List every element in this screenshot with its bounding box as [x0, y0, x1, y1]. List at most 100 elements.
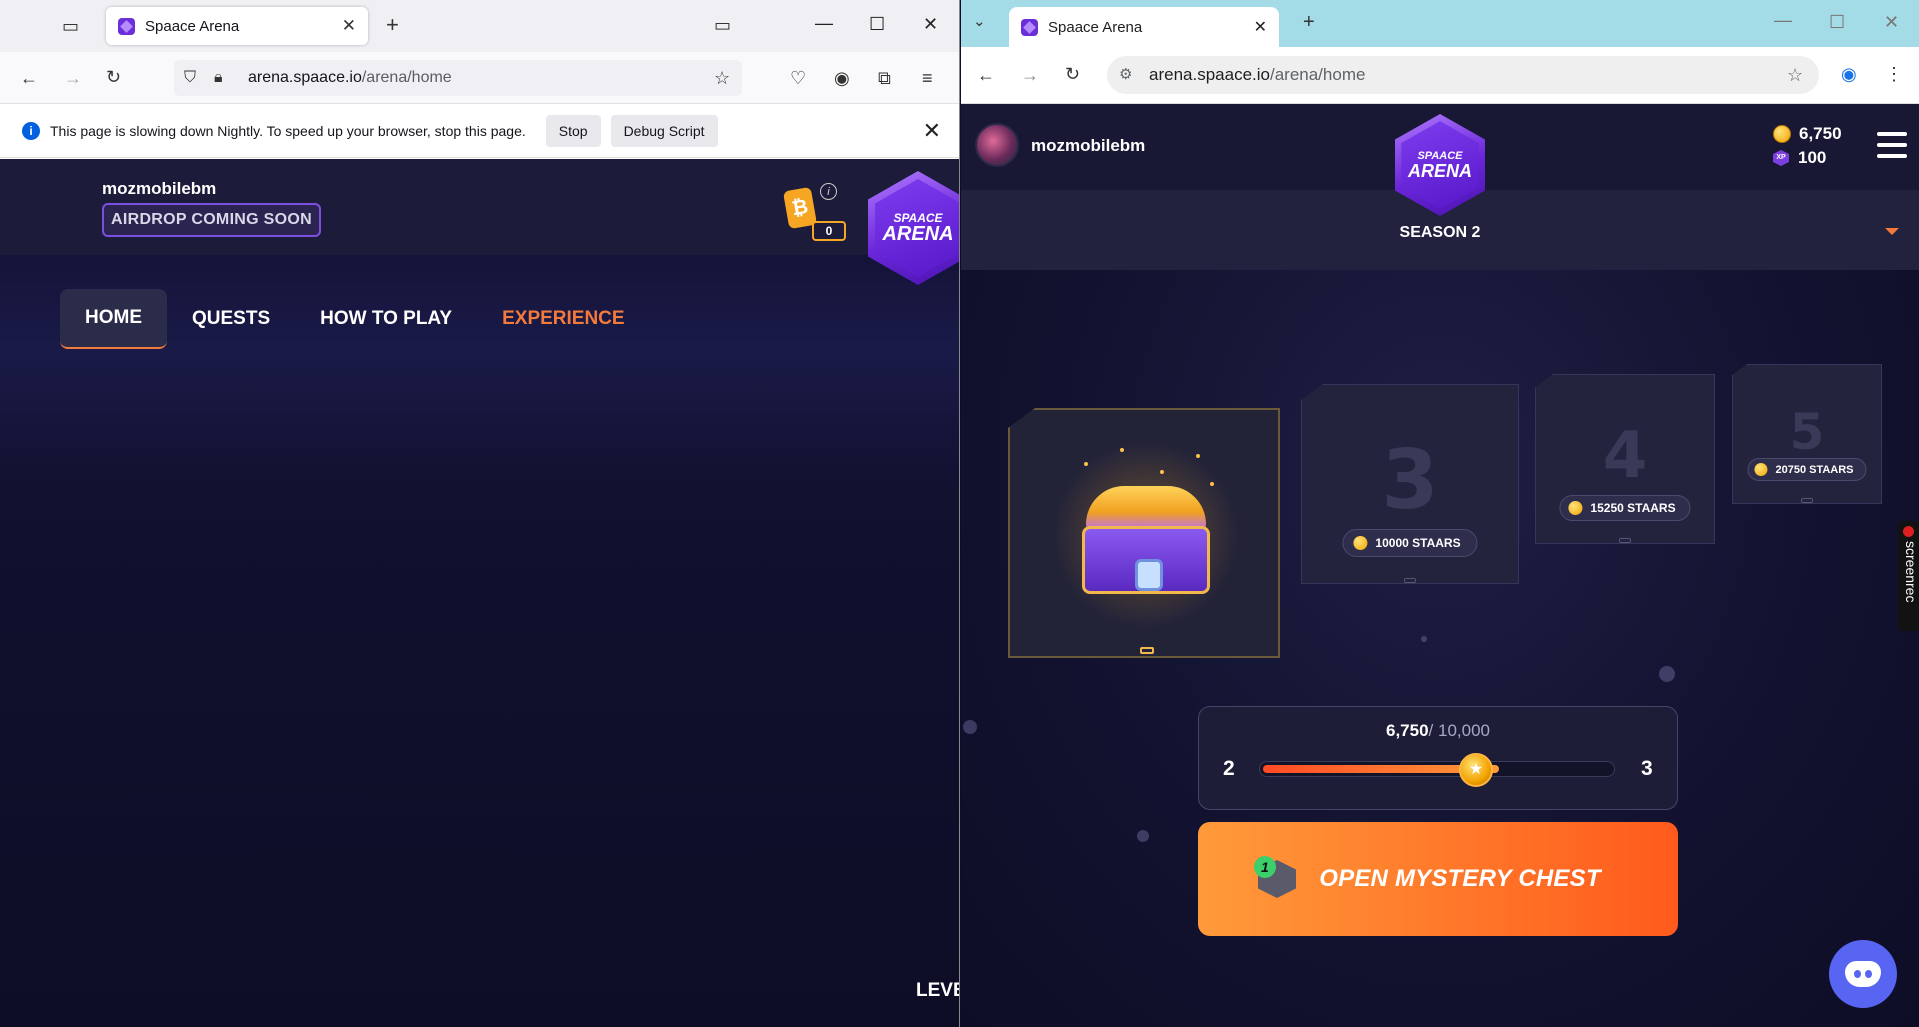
- chrome-tab-bar: ⌄ Spaace Arena ✕ + — ☐ ✕: [961, 0, 1919, 47]
- nav-experience[interactable]: EXPERIENCE: [477, 290, 649, 348]
- reload-icon[interactable]: ↻: [106, 67, 121, 87]
- debug-script-button[interactable]: Debug Script: [610, 114, 718, 147]
- bookmark-star-icon[interactable]: ☆: [714, 68, 730, 88]
- xp-value: 100: [1798, 148, 1827, 167]
- back-icon[interactable]: ←: [977, 65, 995, 85]
- site-settings-icon[interactable]: ⚙: [1119, 65, 1132, 85]
- close-window-icon[interactable]: ✕: [1884, 12, 1899, 33]
- season-label: SEASON 2: [1399, 224, 1481, 241]
- arena-header: mozmobilebm SPAACE ARENA 6,750 XP 100: [961, 104, 1919, 216]
- firefox-window: ▭ Spaace Arena ✕ + ▭ — ☐ ✕ ← → ↻ ⛉ 🔒︎ ar…: [0, 0, 960, 1027]
- progress-track: ★: [1259, 753, 1615, 787]
- chest-card-level-5[interactable]: 5 20750 STAARS: [1732, 364, 1882, 504]
- chrome-tab-spaace-arena[interactable]: Spaace Arena ✕: [1009, 7, 1279, 47]
- chest-cost: 20750 STAARS: [1775, 463, 1854, 476]
- sparkle-icon: [1196, 454, 1200, 458]
- ticket-count: 1: [1254, 856, 1276, 878]
- discord-icon: [1845, 961, 1881, 987]
- slow-page-notification: i This page is slowing down Nightly. To …: [0, 104, 959, 158]
- spaace-arena-logo[interactable]: SPAACE ARENA: [868, 171, 959, 285]
- nav-how-to-play[interactable]: HOW TO PLAY: [295, 290, 477, 348]
- arena-page-right: mozmobilebm SPAACE ARENA 6,750 XP 100 SE…: [961, 104, 1919, 1027]
- url-host: arena.spaace.io: [248, 69, 362, 86]
- firefox-nav-bar: ← → ↻ ⛉ 🔒︎ arena.spaace.io/arena/home ☆ …: [0, 52, 959, 104]
- spaace-favicon-icon: [1021, 18, 1038, 36]
- info-icon[interactable]: i: [820, 183, 837, 200]
- star-particle: [1421, 636, 1427, 642]
- username: mozmobilebm: [102, 179, 217, 198]
- arena-page-left: mozmobilebm AIRDROP COMING SOON ₿ i 0 SP…: [0, 159, 959, 1027]
- lock-icon[interactable]: 🔒︎: [214, 68, 223, 88]
- close-tab-icon[interactable]: ✕: [342, 16, 356, 36]
- chevron-down-icon[interactable]: [1885, 228, 1899, 235]
- chrome-nav-bar: ← → ↻ ⚙ arena.spaace.io/arena/home ☆ ◉ ⋮: [961, 47, 1919, 104]
- close-tab-icon[interactable]: ✕: [1254, 17, 1267, 37]
- url-host: arena.spaace.io: [1149, 65, 1270, 84]
- logo-bottom: ARENA: [1407, 160, 1472, 181]
- nav-home[interactable]: HOME: [60, 289, 167, 349]
- forward-icon[interactable]: →: [64, 68, 82, 88]
- url-bar[interactable]: ⚙ arena.spaace.io/arena/home ☆: [1107, 56, 1819, 94]
- profile-icon[interactable]: ◉: [1841, 64, 1857, 84]
- chest-card-current[interactable]: [1008, 408, 1280, 658]
- sparkle-icon: [1160, 470, 1164, 474]
- minimize-icon[interactable]: —: [1774, 10, 1792, 31]
- sparkle-icon: [1084, 462, 1088, 466]
- card-indicator: [1619, 538, 1631, 543]
- chest-level: 3: [1381, 433, 1439, 528]
- hamburger-menu-icon[interactable]: [1877, 132, 1907, 158]
- forward-icon[interactable]: →: [1021, 65, 1039, 85]
- extensions-icon[interactable]: ⧉: [878, 68, 891, 88]
- url-path: /arena/home: [1269, 65, 1366, 84]
- mystery-chest-icon: [1082, 486, 1210, 594]
- minimize-icon[interactable]: —: [815, 13, 833, 34]
- coin-balance: 6,750: [1773, 124, 1842, 144]
- nav-quests[interactable]: QUESTS: [167, 290, 295, 348]
- close-notification-icon[interactable]: ✕: [923, 118, 941, 144]
- coin-progress-knob-icon: ★: [1459, 753, 1493, 787]
- list-all-tabs-icon[interactable]: ▭: [714, 15, 731, 35]
- tab-overview-icon[interactable]: ▭: [62, 16, 79, 36]
- card-indicator: [1404, 578, 1416, 583]
- account-icon[interactable]: ◉: [834, 68, 850, 88]
- notification-message: This page is slowing down Nightly. To sp…: [50, 122, 526, 139]
- open-button-label: OPEN MYSTERY CHEST: [1319, 865, 1601, 892]
- maximize-icon[interactable]: ☐: [1829, 12, 1845, 33]
- back-icon[interactable]: ←: [20, 68, 38, 88]
- reload-icon[interactable]: ↻: [1065, 64, 1080, 84]
- new-tab-icon[interactable]: +: [1303, 12, 1315, 32]
- star-particle: [1659, 666, 1675, 682]
- staar-coin-icon: [1754, 463, 1768, 476]
- discord-button[interactable]: [1829, 940, 1897, 1008]
- chrome-menu-icon[interactable]: ⋮: [1885, 64, 1903, 84]
- maximize-icon[interactable]: ☐: [869, 14, 885, 35]
- avatar[interactable]: [975, 123, 1019, 167]
- bookmark-star-icon[interactable]: ☆: [1787, 65, 1803, 85]
- chest-card-level-3[interactable]: 3 10000 STAARS: [1301, 384, 1519, 584]
- pocket-icon[interactable]: ♡: [790, 68, 806, 88]
- open-mystery-chest-button[interactable]: 1 OPEN MYSTERY CHEST: [1198, 822, 1678, 936]
- new-tab-icon[interactable]: +: [386, 14, 399, 36]
- tracking-protection-icon[interactable]: ⛉: [184, 68, 196, 88]
- screenrec-widget[interactable]: screenrec: [1898, 521, 1919, 631]
- progress-value: 6,750/ 10,000: [1199, 721, 1677, 741]
- close-window-icon[interactable]: ✕: [923, 14, 938, 35]
- coin-value: 6,750: [1799, 124, 1842, 143]
- stop-button[interactable]: Stop: [545, 114, 601, 147]
- airdrop-badge: AIRDROP COMING SOON: [102, 203, 321, 237]
- tab-search-icon[interactable]: ⌄: [973, 12, 986, 32]
- xp-icon: XP: [1773, 150, 1789, 166]
- firefox-tab-spaace-arena[interactable]: Spaace Arena ✕: [106, 7, 368, 45]
- url-bar[interactable]: ⛉ 🔒︎ arena.spaace.io/arena/home ☆: [174, 60, 742, 96]
- info-icon: i: [22, 121, 40, 140]
- from-level: 2: [1223, 757, 1235, 780]
- xp-balance: XP 100: [1773, 148, 1826, 168]
- logo-bottom: ARENA: [882, 223, 954, 245]
- chest-level: 4: [1602, 419, 1648, 493]
- chest-card-level-4[interactable]: 4 15250 STAARS: [1535, 374, 1715, 544]
- menu-icon[interactable]: ≡: [922, 68, 933, 88]
- staar-coin-icon: [1353, 536, 1368, 550]
- arena-nav: HOME QUESTS HOW TO PLAY EXPERIENCE: [60, 289, 650, 349]
- arena-header: mozmobilebm AIRDROP COMING SOON ₿ i 0 SP…: [0, 159, 959, 285]
- chest-cost-pill: 10000 STAARS: [1342, 529, 1478, 557]
